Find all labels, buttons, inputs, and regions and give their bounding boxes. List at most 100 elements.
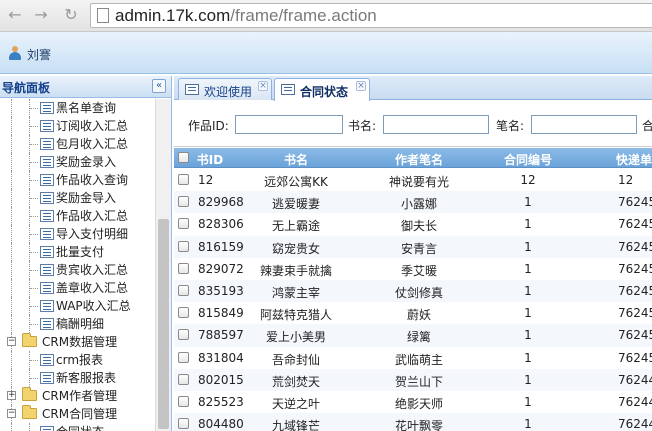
table-cell: 12: [520, 173, 536, 187]
row-checkbox[interactable]: [178, 174, 189, 185]
pen-name-input[interactable]: [531, 115, 637, 134]
url-path: /frame/frame.action: [230, 6, 377, 25]
row-checkbox[interactable]: [178, 395, 189, 407]
tree-item-label: 奖励金录入: [56, 155, 117, 169]
document-icon: [40, 300, 54, 312]
tree-item[interactable]: 作品收入查询: [0, 171, 155, 189]
close-icon[interactable]: ×: [356, 81, 366, 91]
main-panel: 欢迎使用 × 合同状态 × 作品ID: 书名: 笔名: 合 书ID 书名 作者笔…: [174, 76, 652, 431]
table-row[interactable]: 788597 爱上小美男 绿篱 1 7624586: [174, 324, 652, 347]
forward-arrow-icon[interactable]: →: [30, 4, 52, 26]
collapse-icon[interactable]: «: [152, 79, 166, 93]
tab-contract-status[interactable]: 合同状态 ×: [274, 78, 370, 101]
table-row[interactable]: 815849 阿兹特克猎人 蔚妖 1 7624586: [174, 302, 652, 324]
tree-item-label: 合同状态: [56, 423, 104, 431]
folder-icon: [22, 405, 37, 419]
nav-scrollbar[interactable]: [155, 99, 171, 431]
user-name[interactable]: 刘謇: [27, 46, 51, 63]
tree-connector: [30, 270, 38, 271]
tree-connector: [11, 189, 12, 207]
table-row[interactable]: 12 远郊公寓KK 神说要有光 12 12: [174, 169, 652, 191]
row-checkbox[interactable]: [178, 218, 189, 230]
row-checkbox[interactable]: [178, 262, 189, 274]
browser-toolbar: ← → ↻ admin.17k.com/frame/frame.action: [0, 0, 652, 32]
tree-folder[interactable]: + CRM作者管理: [0, 387, 155, 405]
tree-connector: [11, 225, 12, 243]
page-icon: [97, 8, 109, 23]
tree-item-label: WAP收入汇总: [56, 299, 131, 313]
tree-folder[interactable]: − CRM合同管理: [0, 405, 155, 423]
table-cell: 7624586: [618, 239, 652, 254]
tree-item[interactable]: crm报表: [0, 351, 155, 369]
back-arrow-icon[interactable]: ←: [4, 4, 26, 26]
reload-icon[interactable]: ↻: [60, 4, 82, 26]
table-cell: 816159: [198, 239, 244, 254]
tree-folder[interactable]: − CRM数据管理: [0, 333, 155, 351]
table-cell: 825523: [198, 394, 244, 409]
tree-item[interactable]: 奖励金录入: [0, 153, 155, 171]
row-checkbox[interactable]: [178, 240, 189, 252]
document-icon: [40, 138, 54, 150]
tree-connector: [30, 234, 38, 235]
table-row[interactable]: 829968 逃爱暖妻 小露娜 1 7624586: [174, 191, 652, 214]
table-row[interactable]: 816159 窈宠贵女 安青言 1 7624586: [174, 235, 652, 258]
tree-connector: [30, 198, 38, 199]
tree-item[interactable]: 稿酬明细: [0, 315, 155, 333]
table-cell: 802015: [198, 372, 244, 387]
book-name-label: 书名:: [348, 119, 377, 133]
user-icon: [8, 46, 22, 60]
table-cell: 荒剑焚天: [271, 374, 320, 389]
address-bar[interactable]: admin.17k.com/frame/frame.action: [90, 3, 652, 28]
close-icon[interactable]: ×: [258, 81, 268, 91]
work-id-input[interactable]: [235, 115, 343, 134]
tree-item[interactable]: 导入支付明细: [0, 225, 155, 243]
tree-item[interactable]: 黑名单查询: [0, 99, 155, 117]
column-header[interactable]: 快递单: [586, 151, 652, 168]
table-cell: 7624404: [618, 394, 652, 409]
row-checkbox[interactable]: [178, 307, 189, 319]
table-cell: 安青言: [400, 241, 437, 256]
column-header[interactable]: 书ID: [192, 151, 228, 168]
tree-item[interactable]: WAP收入汇总: [0, 297, 155, 315]
tree-item[interactable]: 合同状态: [0, 423, 155, 431]
tree-item[interactable]: 包月收入汇总: [0, 135, 155, 153]
table-cell: 神说要有光: [388, 175, 449, 189]
tree-item[interactable]: 批量支付: [0, 243, 155, 261]
document-icon: [40, 246, 54, 258]
row-checkbox[interactable]: [178, 351, 189, 363]
book-name-input[interactable]: [383, 115, 489, 134]
tree-item[interactable]: 作品收入汇总: [0, 207, 155, 225]
row-checkbox[interactable]: [178, 284, 189, 296]
tree-item[interactable]: 盖章收入汇总: [0, 279, 155, 297]
tree-item[interactable]: 新客服报表: [0, 369, 155, 387]
column-header[interactable]: 合同编号: [474, 151, 582, 168]
tab-page-icon: [281, 84, 295, 95]
table-row[interactable]: 828306 无上霸途 御夫长 1 7624586: [174, 213, 652, 235]
tree-item[interactable]: 奖励金导入: [0, 189, 155, 207]
tree-item[interactable]: 贵宾收入汇总: [0, 261, 155, 279]
table-row[interactable]: 804480 九域锋芒 花叶飘零 1 7624404: [174, 413, 652, 431]
column-header[interactable]: 书名: [236, 151, 356, 168]
nav-scrollbar-thumb[interactable]: [158, 219, 169, 429]
row-checkbox[interactable]: [178, 418, 189, 430]
tree-item[interactable]: 订阅收入汇总: [0, 117, 155, 135]
table-cell: 1: [524, 394, 532, 409]
row-checkbox[interactable]: [178, 373, 189, 385]
collapse-toggle-icon[interactable]: −: [7, 337, 16, 346]
table-row[interactable]: 829072 辣妻束手就擒 季艾暖 1 7624586: [174, 258, 652, 280]
row-checkbox[interactable]: [178, 329, 189, 341]
expand-icon[interactable]: +: [7, 391, 16, 400]
table-row[interactable]: 802015 荒剑焚天 贺兰山下 1 7624404: [174, 368, 652, 391]
tree-connector: [11, 423, 12, 431]
tree-connector: [11, 117, 12, 135]
tab-welcome[interactable]: 欢迎使用 ×: [178, 78, 272, 100]
row-checkbox[interactable]: [178, 196, 189, 208]
table-row[interactable]: 835193 鸿蒙主宰 仗剑修真 1 7624586: [174, 279, 652, 303]
table-cell: 蔚妖: [406, 308, 431, 323]
table-row[interactable]: 831804 吾命封仙 武临萌主 1 7624586: [174, 347, 652, 369]
select-all-checkbox[interactable]: [178, 152, 189, 163]
column-header[interactable]: 作者笔名: [364, 151, 474, 168]
table-row[interactable]: 825523 天逆之叶 绝影天师 1 7624404: [174, 391, 652, 413]
collapse-toggle-icon[interactable]: −: [7, 409, 16, 418]
tree-connector: [30, 162, 38, 163]
